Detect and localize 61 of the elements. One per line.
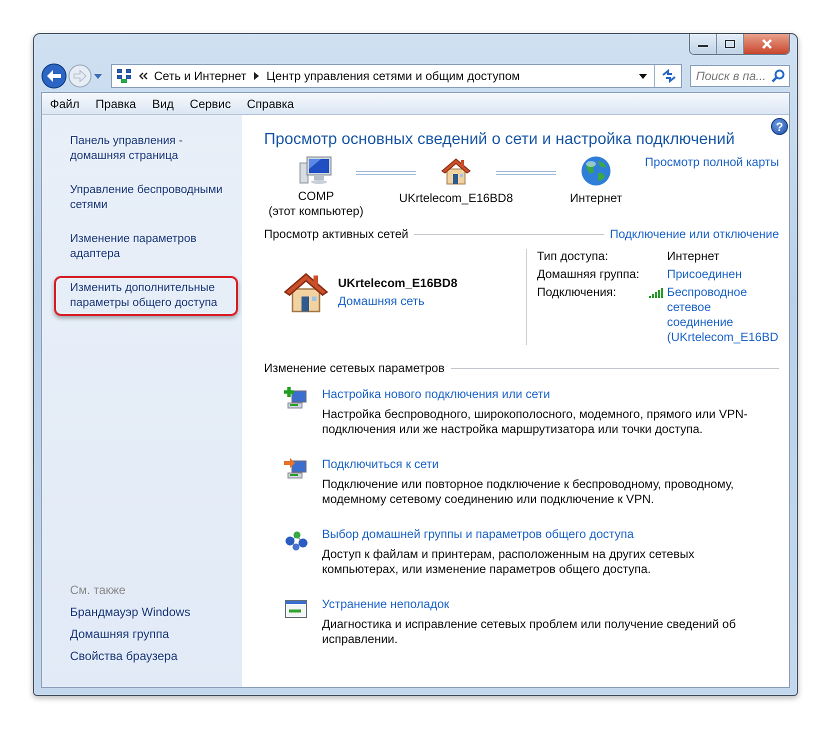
network-name: UKrtelecom_E16BD8 — [338, 276, 458, 290]
address-bar[interactable]: Сеть и Интернет Центр управления сетями и общим доступом — [111, 64, 682, 88]
search-field[interactable]: Поиск в па... — [690, 65, 790, 87]
task-link[interactable]: Устранение неполадок — [322, 597, 767, 611]
detail-label: Подключения: — [537, 285, 616, 299]
detail-link[interactable]: Присоединен — [667, 267, 742, 281]
section-heading: Изменение сетевых параметров — [264, 361, 445, 375]
sidebar-link[interactable]: Свойства браузера — [42, 649, 178, 663]
see-also-heading: См. также — [69, 583, 126, 597]
sidebar-link[interactable]: Изменить дополнительные параметры общего доступа — [54, 276, 238, 316]
detail-value: Интернет — [667, 249, 720, 263]
close-button[interactable] — [744, 34, 789, 54]
dropdown-icon[interactable] — [638, 72, 648, 80]
refresh-icon[interactable] — [661, 69, 677, 83]
sidebar-link[interactable]: Изменение параметров адаптера — [54, 227, 238, 267]
menu-item[interactable]: Справка — [246, 96, 294, 110]
network-icon — [116, 68, 132, 84]
section-heading: Просмотр активных сетей — [264, 227, 408, 241]
task-description: Подключение или повторное подключение к беспроводному, проводному, модемному сетевому соединению или подключение к VPN. — [322, 477, 735, 507]
task-description: Доступ к файлам и принтерам, расположенным на других сетевых компьютерах, или изменение параметров общего доступа. — [322, 547, 696, 577]
globe-icon — [580, 155, 612, 187]
signal-icon — [649, 287, 663, 298]
search-icon[interactable] — [771, 69, 785, 83]
breadcrumb-item[interactable]: Центр управления сетями и общим доступом — [266, 69, 520, 83]
page-title: Просмотр основных сведений о сети и настройка подключений — [264, 131, 736, 149]
minimize-button[interactable] — [690, 34, 717, 54]
node-label: UKrtelecom_E16BD8 — [398, 191, 514, 206]
task-link[interactable]: Настройка нового подключения или сети — [322, 387, 767, 401]
node-label: Интернет — [570, 191, 622, 206]
task-link[interactable]: Подключиться к сети — [322, 457, 767, 471]
task-description: Диагностика и исправление сетевых проблем или получение сведений об исправлении. — [322, 617, 737, 647]
maximize-button[interactable] — [717, 34, 744, 54]
connection-link[interactable]: Беспроводное сетевое соединение (UKrtelecom_E16BD — [667, 285, 777, 345]
node-note: (этот компьютер) — [268, 204, 364, 219]
sidebar-link[interactable]: Панель управления - домашняя страница — [54, 129, 238, 169]
task-link[interactable]: Выбор домашней группы и параметров общего доступа — [322, 527, 767, 541]
sidebar-link[interactable]: Управление беспроводными сетями — [54, 178, 238, 218]
sidebar-link[interactable]: Домашняя группа — [42, 627, 170, 641]
detail-label: Тип доступа: — [537, 249, 608, 263]
sidebar-link[interactable]: Брандмауэр Windows — [42, 605, 190, 619]
menu-item[interactable]: Файл — [50, 96, 80, 110]
task-description: Настройка беспроводного, широкополосного, модемного, прямого или VPN-подключения или же настройка маршрутизатора или точки доступа. — [322, 407, 749, 437]
maximize-icon — [724, 39, 736, 49]
back-icon[interactable] — [41, 63, 67, 89]
menu-item[interactable]: Правка — [96, 96, 136, 110]
detail-label: Домашняя группа: — [537, 267, 640, 281]
help-button[interactable]: ? — [771, 118, 788, 135]
menu-item[interactable]: Вид — [152, 96, 174, 110]
network-type-link[interactable]: Домашняя сеть — [338, 294, 458, 308]
arrow-icon[interactable] — [252, 71, 260, 81]
close-icon — [760, 38, 774, 50]
node-label: COMP — [298, 189, 334, 204]
troubleshoot-icon — [284, 597, 308, 621]
connect-icon — [284, 457, 308, 481]
menu-item[interactable]: Сервис — [190, 96, 231, 110]
computer-icon — [299, 155, 333, 185]
connect-link[interactable]: Подключение или отключение — [610, 227, 779, 241]
full-map-link[interactable]: Просмотр полной карты — [644, 155, 779, 169]
breadcrumb-item[interactable]: Сеть и Интернет — [154, 69, 246, 83]
new-connection-icon — [284, 387, 308, 411]
chevron-icon[interactable] — [138, 71, 148, 81]
